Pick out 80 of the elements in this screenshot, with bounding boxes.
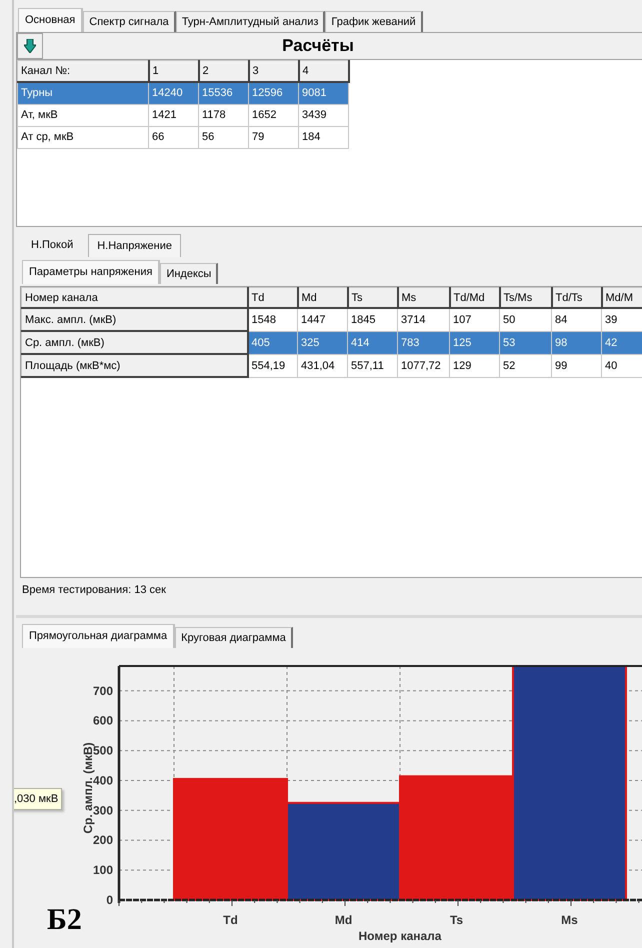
row-header: Макс. ампл. (мкВ) <box>22 308 248 332</box>
axis-tick-label: 600 <box>92 714 113 728</box>
tooltip: ,030 мкВ <box>14 788 62 810</box>
panel-title: Расчёты <box>281 36 355 56</box>
axis-tick-label: 700 <box>92 684 113 698</box>
axis-tick-label: Md <box>334 913 352 927</box>
table-cell: 1178 <box>198 104 248 126</box>
table-cell: 1421 <box>148 104 198 126</box>
download-button[interactable] <box>17 33 43 59</box>
table-cell: 52 <box>500 354 552 378</box>
table-cell: 56 <box>198 126 248 148</box>
table-cell: 99 <box>552 354 602 378</box>
table-cell: 50 <box>500 308 552 332</box>
column-header: Канал №: <box>18 60 148 82</box>
tab[interactable]: Спектр сигнала <box>83 11 176 32</box>
table-cell: 40 <box>602 354 642 378</box>
column-header: 2 <box>198 60 248 82</box>
table-cell: 53 <box>500 331 552 354</box>
table-cell: 3439 <box>298 104 348 126</box>
table-cell: 1548 <box>248 308 298 332</box>
table-cell: 325 <box>298 331 348 354</box>
tab[interactable]: Прямоугольная диаграмма <box>22 624 176 648</box>
status-text: Время тестирования: 13 сек <box>21 582 167 596</box>
table-cell: 129 <box>450 354 500 378</box>
column-header: Td/Md <box>450 287 500 308</box>
table-cell: Ат, мкВ <box>18 104 148 126</box>
tab[interactable]: График жеваний <box>325 11 423 32</box>
table-cell: 783 <box>398 331 450 354</box>
table-cell: 125 <box>450 331 500 354</box>
table-cell: 554,19 <box>248 354 298 378</box>
column-header: Ts <box>348 287 398 308</box>
table-cell: 1077,72 <box>398 354 450 378</box>
axis-tick-label: 300 <box>92 803 113 818</box>
table-cell: 107 <box>450 308 500 332</box>
table-cell: 414 <box>348 331 398 354</box>
table-cell: 79 <box>248 126 298 148</box>
column-header: Td/Ts <box>552 287 602 308</box>
column-header: Md/M <box>602 287 642 308</box>
axis-tick-label: Ts <box>450 913 464 927</box>
column-header: Td <box>248 287 298 308</box>
table-cell: 184 <box>298 126 348 148</box>
tab[interactable]: Индексы <box>160 262 218 284</box>
figure-label: Б2 <box>47 903 82 937</box>
column-header: Номер канала <box>22 287 248 308</box>
axis-tick-label: 100 <box>92 863 113 878</box>
table-cell: 66 <box>148 126 198 148</box>
column-header: 4 <box>298 60 348 82</box>
table-cell: Ат ср, мкВ <box>18 126 148 148</box>
table-cell: 42 <box>602 331 642 354</box>
column-header: Ts/Ms <box>500 287 552 308</box>
table-cell: 1845 <box>348 308 398 332</box>
column-header: Md <box>298 287 348 308</box>
table-cell: 1447 <box>298 308 348 332</box>
tab[interactable]: Турн-Амплитудный анализ <box>176 11 326 32</box>
axis-tick-label: Ms <box>561 913 578 927</box>
row-header: Площадь (мкВ*мс) <box>22 354 248 378</box>
x-axis-title: Номер канала <box>358 929 442 943</box>
table-cell: Турны <box>18 82 148 104</box>
tab[interactable]: Н.Напряжение <box>88 234 182 257</box>
table-cell: 3714 <box>398 308 450 332</box>
table-cell: 557,11 <box>348 354 398 378</box>
tab[interactable]: Параметры напряжения <box>22 260 160 284</box>
axis-tick-label: 200 <box>92 833 113 848</box>
tab[interactable]: Круговая диаграмма <box>175 627 293 648</box>
tab[interactable]: Основная <box>18 8 84 32</box>
table-cell: 431,04 <box>298 354 348 378</box>
table-cell: 405 <box>248 331 298 354</box>
axis-tick-label: Td <box>223 913 238 927</box>
tab[interactable]: Н.Покой <box>22 232 82 257</box>
table-cell: 98 <box>552 331 602 354</box>
table-cell: 1652 <box>248 104 298 126</box>
axis-tick-label: 0 <box>106 893 113 907</box>
axis-tick-label: 400 <box>92 773 113 788</box>
column-header: Ms <box>398 287 450 308</box>
row-header: Ср. ампл. (мкВ) <box>22 331 248 354</box>
table-cell: 84 <box>552 308 602 332</box>
down-arrow-icon <box>24 39 36 53</box>
column-header: 1 <box>148 60 198 82</box>
column-header: 3 <box>248 60 298 82</box>
table-cell: 39 <box>602 308 642 332</box>
